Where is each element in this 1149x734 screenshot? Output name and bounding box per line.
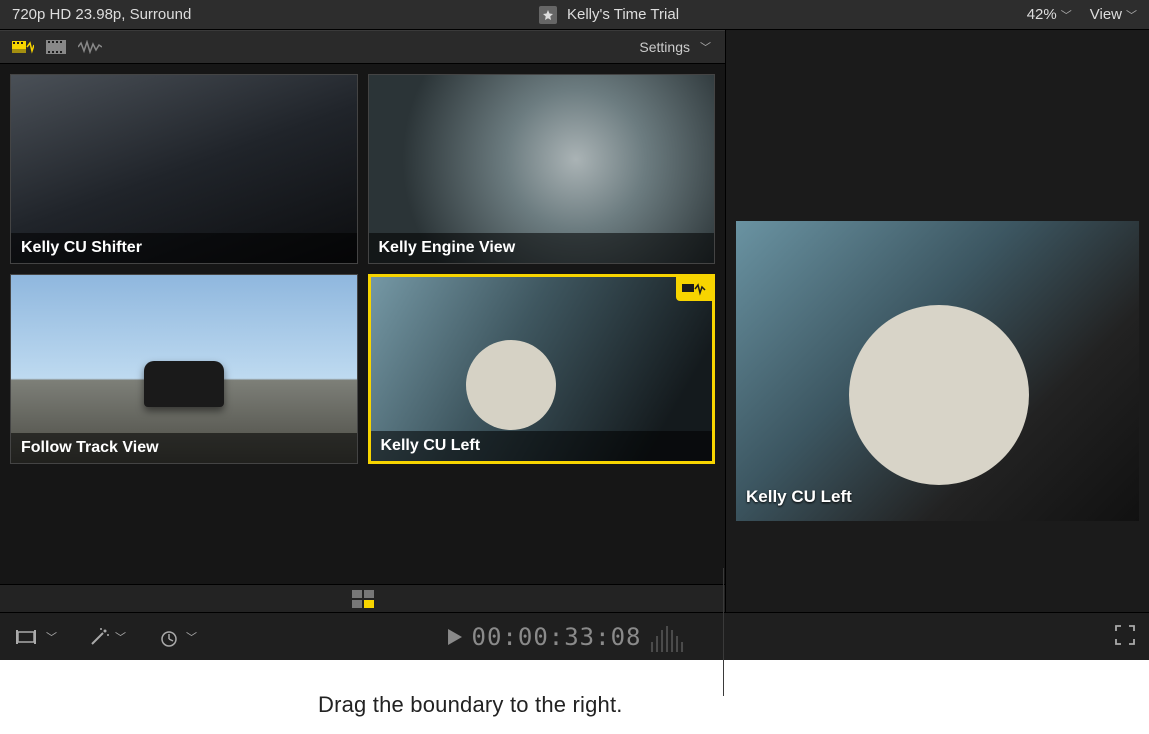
trim-tool-icon[interactable]: ﹀: [14, 626, 59, 648]
grid-layout-icon[interactable]: [352, 590, 374, 608]
chevron-down-icon: ﹀: [115, 629, 126, 645]
chevron-down-icon: ﹀: [46, 629, 57, 645]
favorite-star-icon: [539, 6, 557, 24]
play-icon[interactable]: [448, 623, 462, 651]
angle-cell[interactable]: Follow Track View: [10, 274, 358, 464]
chevron-down-icon: ﹀: [700, 39, 711, 55]
zoom-dropdown[interactable]: 42%﹀: [1027, 6, 1072, 23]
chevron-down-icon: ﹀: [1061, 7, 1072, 23]
chevron-down-icon: ﹀: [1126, 7, 1137, 23]
angle-cell-selected[interactable]: Kelly CU Left: [368, 274, 716, 464]
annotation-leader-line: [723, 568, 724, 696]
fullscreen-icon[interactable]: [1115, 632, 1135, 648]
angle-label: Kelly Engine View: [369, 233, 715, 263]
format-info: 720p HD 23.98p, Surround: [12, 6, 191, 23]
angle-label: Kelly CU Shifter: [11, 233, 357, 263]
audio-meter-icon: [651, 622, 701, 652]
settings-dropdown[interactable]: Settings ﹀: [639, 39, 715, 55]
waveform-icon[interactable]: [76, 36, 104, 58]
viewer-panel: Kelly CU Left: [726, 30, 1149, 612]
enhance-wand-icon[interactable]: ﹀: [87, 626, 128, 648]
angle-label: Follow Track View: [11, 433, 357, 463]
filmstrip-icon[interactable]: [44, 36, 68, 58]
viewer-frame: Kelly CU Left: [736, 221, 1139, 521]
viewer-clip-label: Kelly CU Left: [746, 487, 852, 507]
angle-label: Kelly CU Left: [371, 431, 713, 461]
project-title: Kelly's Time Trial: [567, 6, 679, 23]
timecode-display: 00:00:33:08: [472, 623, 642, 651]
annotation-text: Drag the boundary to the right.: [318, 692, 623, 718]
angle-grid: Kelly CU Shifter Kelly Engine View Follo…: [0, 64, 725, 584]
angle-cell[interactable]: Kelly CU Shifter: [10, 74, 358, 264]
chevron-down-icon: ﹀: [186, 629, 197, 645]
active-video-audio-badge-icon: [676, 277, 712, 301]
angle-cell[interactable]: Kelly Engine View: [368, 74, 716, 264]
retime-speed-icon[interactable]: ﹀: [156, 626, 199, 648]
filmstrip-audio-icon[interactable]: [10, 36, 36, 58]
view-dropdown[interactable]: View﹀: [1090, 6, 1137, 23]
